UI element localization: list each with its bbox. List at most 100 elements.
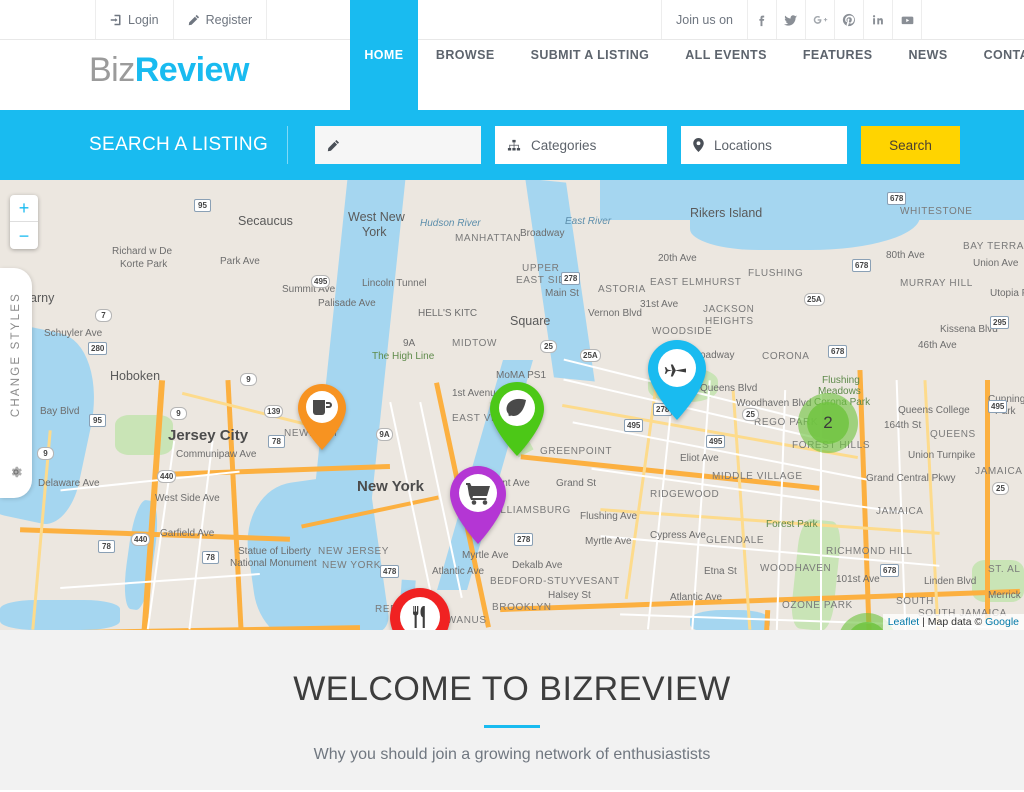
map-highway-shield: 139: [264, 405, 284, 418]
map-label: Jersey City: [168, 427, 249, 444]
map-highway-shield: 295: [990, 316, 1010, 329]
map-park-corona: [115, 415, 173, 455]
map-road-i295: [985, 380, 990, 620]
map-label: RIDGEWOOD: [650, 489, 720, 500]
map-label: NEW JERSEY: [318, 546, 390, 557]
map-label: ASTORIA: [598, 284, 646, 295]
search-bar: SEARCH A LISTING Categories Locations Se…: [0, 110, 1024, 180]
map-label: Flushing Ave: [580, 511, 638, 522]
map-highway-shield: 440: [131, 533, 151, 546]
map-label: 31st Ave: [640, 299, 679, 310]
change-styles-label: CHANGE STYLES: [10, 292, 22, 418]
map-label: West Side Ave: [155, 493, 220, 504]
airport-marker-top[interactable]: [648, 340, 706, 420]
map-highway-shield: 78: [98, 540, 115, 553]
map-label: Flushing: [822, 375, 860, 386]
restaurant-marker[interactable]: [390, 588, 450, 630]
map-highway-shield: 478: [380, 565, 400, 578]
map-label: RICHMOND HILL: [826, 546, 913, 557]
map-label: Linden Blvd: [924, 576, 977, 587]
map-label: MoMA PS1: [496, 370, 547, 381]
zoom-out-button[interactable]: −: [10, 222, 38, 249]
map-label: 9A: [403, 338, 416, 349]
map-label: Rikers Island: [690, 206, 763, 220]
register-link[interactable]: Register: [172, 0, 268, 39]
search-button[interactable]: Search: [861, 126, 961, 164]
nav-item-browse[interactable]: BROWSE: [418, 0, 513, 110]
map-label: JAMAICA: [876, 506, 924, 517]
map-label: NEW YORK: [322, 560, 382, 571]
map-label: Lincoln Tunnel: [362, 278, 427, 289]
map-label: The High Line: [372, 351, 435, 362]
nav-item-contact[interactable]: CONTACT: [966, 0, 1024, 110]
attribution-separator: |: [919, 616, 928, 628]
map-label: 101st Ave: [836, 574, 880, 585]
nav-item-home[interactable]: HOME: [349, 0, 418, 110]
map-label: Myrtle Ave: [585, 536, 632, 547]
map-label: Dekalb Ave: [512, 560, 563, 571]
welcome-section: WELCOME TO BIZREVIEW Why you should join…: [0, 630, 1024, 790]
map-label: West New: [348, 210, 405, 224]
map-label: EAST ELMHURST: [650, 277, 742, 288]
map-highway-shield: 678: [887, 192, 907, 205]
map-highway-shield: 280: [88, 342, 108, 355]
map-highway-shield: 25A: [580, 349, 601, 362]
nav-item-submit-a-listing[interactable]: SUBMIT A LISTING: [513, 0, 668, 110]
categories-select[interactable]: Categories: [495, 126, 668, 164]
map-label: BAY TERRACE: [963, 241, 1024, 252]
zoom-in-button[interactable]: +: [10, 195, 38, 222]
map-canvas[interactable]: Secaucus West New York MANHATTAN Hudson Rive…: [0, 180, 1024, 630]
login-label: Login: [128, 12, 159, 27]
keyword-input[interactable]: [315, 126, 482, 164]
map-attribution: Leaflet | Map data © Google: [882, 614, 1024, 630]
search-divider: [287, 126, 289, 164]
cluster-college-point[interactable]: 2: [798, 393, 858, 453]
map-highway-shield: 495: [624, 419, 644, 432]
map-label: Square: [510, 314, 551, 328]
change-styles-tab[interactable]: CHANGE STYLES: [0, 268, 32, 498]
logo-text-review: Review: [134, 51, 250, 89]
map-container[interactable]: Secaucus West New York MANHATTAN Hudson Rive…: [0, 180, 1024, 630]
nav-item-features[interactable]: FEATURES: [785, 0, 891, 110]
map-highway-shield: 9A: [376, 428, 393, 441]
shopping-marker[interactable]: [450, 466, 506, 544]
search-bar-title: SEARCH A LISTING: [89, 134, 269, 155]
locations-select-label: Locations: [714, 137, 772, 153]
map-label: Union Ave: [973, 258, 1019, 269]
map-highway-shield: 25: [742, 408, 759, 421]
logo-text-biz: Biz: [89, 51, 135, 89]
map-label: QUEENS: [930, 429, 976, 440]
map-label: Grand Central Pkwy: [866, 473, 956, 484]
map-highway-shield: 78: [202, 551, 219, 564]
map-label: Korte Park: [120, 259, 168, 270]
sitemap-icon: [507, 139, 521, 152]
map-label: UPPER: [522, 263, 560, 274]
main-navigation: HOME BROWSE SUBMIT A LISTING ALL EVENTS …: [349, 0, 1024, 110]
nav-item-news[interactable]: NEWS: [890, 0, 965, 110]
coffee-marker[interactable]: [298, 384, 346, 450]
map-highway-shield: 25: [540, 340, 557, 353]
map-highway-shield: 495: [988, 400, 1008, 413]
map-highway-shield: 9: [37, 447, 54, 460]
map-label: Main St: [545, 288, 579, 299]
map-label: FLUSHING: [748, 268, 804, 279]
nav-item-all-events[interactable]: ALL EVENTS: [667, 0, 785, 110]
map-label: Cypress Ave: [650, 530, 706, 541]
locations-select[interactable]: Locations: [681, 126, 848, 164]
map-label: York: [362, 225, 387, 239]
map-highway-shield: 25A: [804, 293, 825, 306]
map-highway-shield: 678: [852, 259, 872, 272]
map-label: MIDDLE VILLAGE: [712, 471, 803, 482]
site-logo[interactable]: BizReview: [89, 53, 249, 87]
map-label: BEDFORD-STUYVESANT: [490, 576, 620, 587]
google-link[interactable]: Google: [985, 616, 1019, 628]
register-label: Register: [205, 12, 253, 27]
map-label: Eliot Ave: [680, 453, 719, 464]
map-label: Palisade Ave: [318, 298, 376, 309]
leaflet-link[interactable]: Leaflet: [888, 616, 920, 628]
map-label: Schuyler Ave: [44, 328, 103, 339]
map-label: Garfield Ave: [160, 528, 215, 539]
leaf-marker[interactable]: [490, 382, 544, 456]
map-label: Merrick: [988, 590, 1021, 601]
login-link[interactable]: Login: [95, 0, 174, 39]
